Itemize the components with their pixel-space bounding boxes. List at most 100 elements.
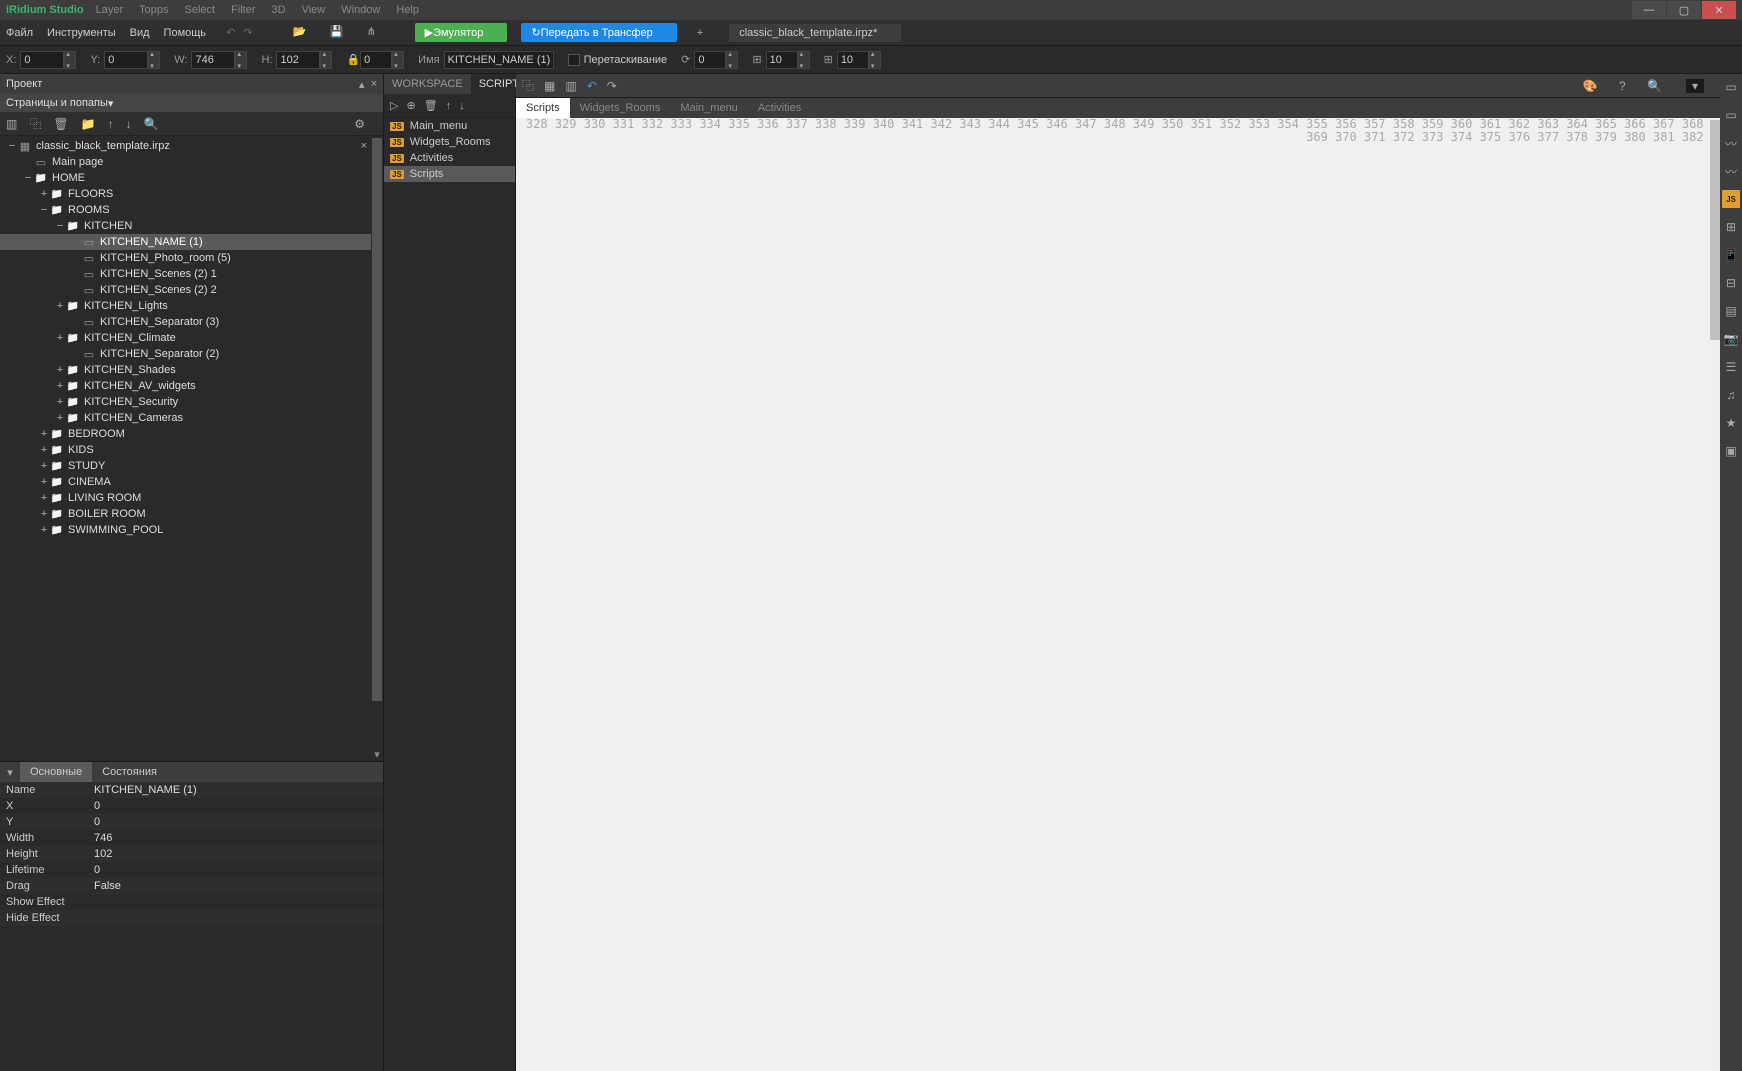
grid1-input[interactable] (766, 51, 798, 69)
prop-row[interactable]: DragFalse (0, 878, 383, 894)
rt-star-icon[interactable]: ★ (1722, 414, 1740, 432)
grid2-input[interactable] (837, 51, 869, 69)
transfer-button[interactable]: ↻ Передать в Трансфер (521, 23, 676, 42)
prop-row[interactable]: NameKITCHEN_NAME (1) (0, 782, 383, 798)
editor-undo-icon[interactable]: ↶ (587, 79, 597, 93)
add-page-icon[interactable]: ▥ (6, 117, 17, 131)
prop-row[interactable]: Width746 (0, 830, 383, 846)
delete-icon[interactable]: 🗑 (53, 117, 68, 131)
rt-grid-icon[interactable]: ⊞ (1722, 218, 1740, 236)
tab-main[interactable]: Основные (20, 762, 92, 782)
script-item[interactable]: JSMain_menu (384, 118, 515, 134)
prop-row[interactable]: X0 (0, 798, 383, 814)
tree-item[interactable]: +KITCHEN_Security (0, 394, 383, 410)
window-max-button[interactable]: ▢ (1667, 1, 1701, 19)
script-item[interactable]: JSScripts (384, 166, 515, 182)
tree-item[interactable]: −KITCHEN (0, 218, 383, 234)
tree-scrollbar[interactable]: ▾ (371, 136, 383, 761)
menu-view[interactable]: Вид (130, 27, 150, 39)
tree-item[interactable]: KITCHEN_Photo_room (5) (0, 250, 383, 266)
window-min-button[interactable]: — (1632, 1, 1666, 19)
tree-item[interactable]: +BOILER ROOM (0, 506, 383, 522)
color-picker-icon[interactable]: 🎨 (1583, 79, 1598, 93)
rt-camera-icon[interactable]: 📷 (1722, 330, 1740, 348)
tree-item[interactable]: Main page (0, 154, 383, 170)
tree-item[interactable]: KITCHEN_Scenes (2) 2 (0, 282, 383, 298)
rt-db-icon[interactable]: ⊟ (1722, 274, 1740, 292)
help-icon[interactable]: ? (1619, 79, 1626, 93)
project-close-icon[interactable]: × (371, 78, 377, 90)
h-spin[interactable] (320, 51, 332, 69)
x-input[interactable] (20, 51, 64, 69)
script-item[interactable]: JSWidgets_Rooms (384, 134, 515, 150)
editor-search-icon[interactable]: 🔍 (1647, 79, 1662, 93)
tree-item[interactable]: KITCHEN_Separator (2) (0, 346, 383, 362)
editor-tool-2-icon[interactable]: ▦ (544, 79, 555, 93)
rt-blank-1[interactable]: ▭ (1722, 78, 1740, 96)
editor-menu-dropdown[interactable]: ▾ (1686, 79, 1704, 93)
window-close-button[interactable]: ✕ (1702, 1, 1736, 19)
tree-item[interactable]: +KITCHEN_AV_widgets (0, 378, 383, 394)
tree-item[interactable]: +KITCHEN_Lights (0, 298, 383, 314)
rt-blank-2[interactable]: ▭ (1722, 106, 1740, 124)
prop-row[interactable]: Show Effect (0, 894, 383, 910)
rt-wave-2-icon[interactable]: 〰 (1722, 162, 1740, 180)
editor-tool-3-icon[interactable]: ▥ (565, 79, 576, 93)
redo-icon[interactable]: ↷ (243, 27, 252, 39)
w-input[interactable] (191, 51, 235, 69)
undo-icon[interactable]: ↶ (226, 27, 235, 39)
search-icon[interactable]: 🔍 (144, 117, 159, 131)
rt-list-icon[interactable]: ☰ (1722, 358, 1740, 376)
drag-checkbox[interactable] (568, 54, 580, 66)
h-input[interactable] (276, 51, 320, 69)
tree-item[interactable]: +LIVING ROOM (0, 490, 383, 506)
save-icon[interactable]: 💾 (330, 25, 346, 41)
open-icon[interactable]: 📂 (292, 25, 308, 41)
script-down-icon[interactable]: ↓ (459, 100, 465, 112)
script-up-icon[interactable]: ↑ (446, 100, 452, 112)
tree-item[interactable]: +KIDS (0, 442, 383, 458)
add-tab-button[interactable]: + (697, 27, 703, 39)
script-run-icon[interactable]: ▷ (390, 99, 398, 112)
angle-input[interactable] (360, 51, 392, 69)
props-collapse-icon[interactable]: ▾ (0, 766, 20, 779)
rt-page-icon[interactable]: ▤ (1722, 302, 1740, 320)
pages-dropdown-icon[interactable]: ▾ (108, 97, 114, 110)
script-item[interactable]: JSActivities (384, 150, 515, 166)
prop-row[interactable]: Y0 (0, 814, 383, 830)
tree-item[interactable]: +BEDROOM (0, 426, 383, 442)
tree-item[interactable]: +KITCHEN_Climate (0, 330, 383, 346)
share-icon[interactable]: ⋔ (367, 25, 383, 41)
emulator-button[interactable]: ▶ Эмулятор (415, 23, 508, 42)
tree-item[interactable]: −HOME (0, 170, 383, 186)
rotate-input[interactable] (694, 51, 726, 69)
script-add-icon[interactable]: ⊕ (406, 99, 415, 112)
grid2-spin[interactable] (869, 51, 881, 69)
project-dropdown-icon[interactable]: ▴ (359, 78, 365, 91)
tree-item[interactable]: +KITCHEN_Shades (0, 362, 383, 378)
tab-workspace[interactable]: WORKSPACE (384, 74, 471, 94)
menu-file[interactable]: Файл (6, 27, 33, 39)
y-spin[interactable] (148, 51, 160, 69)
tree-item[interactable]: +SWIMMING_POOL (0, 522, 383, 538)
copy-icon[interactable]: ⿻ (29, 115, 41, 132)
document-tab[interactable]: classic_black_template.irpz* (729, 24, 901, 42)
name-input[interactable] (444, 51, 554, 69)
editor-tab[interactable]: Widgets_Rooms (570, 98, 671, 118)
tab-states[interactable]: Состояния (92, 762, 167, 782)
move-up-icon[interactable]: ↑ (108, 117, 114, 131)
lock-icon[interactable]: 🔒 (346, 53, 360, 66)
y-input[interactable] (104, 51, 148, 69)
tree-item[interactable]: +CINEMA (0, 474, 383, 490)
settings-icon[interactable]: ⚙ (354, 117, 365, 131)
rt-wave-1-icon[interactable]: 〰 (1722, 134, 1740, 152)
tree-item[interactable]: KITCHEN_Separator (3) (0, 314, 383, 330)
prop-row[interactable]: Lifetime0 (0, 862, 383, 878)
rt-device-icon[interactable]: 📱 (1722, 246, 1740, 264)
tree-item[interactable]: KITCHEN_Scenes (2) 1 (0, 266, 383, 282)
tree-item[interactable]: +KITCHEN_Cameras (0, 410, 383, 426)
tree-item[interactable]: −ROOMS (0, 202, 383, 218)
move-down-icon[interactable]: ↓ (126, 117, 132, 131)
angle-spin[interactable] (392, 51, 404, 69)
w-spin[interactable] (235, 51, 247, 69)
